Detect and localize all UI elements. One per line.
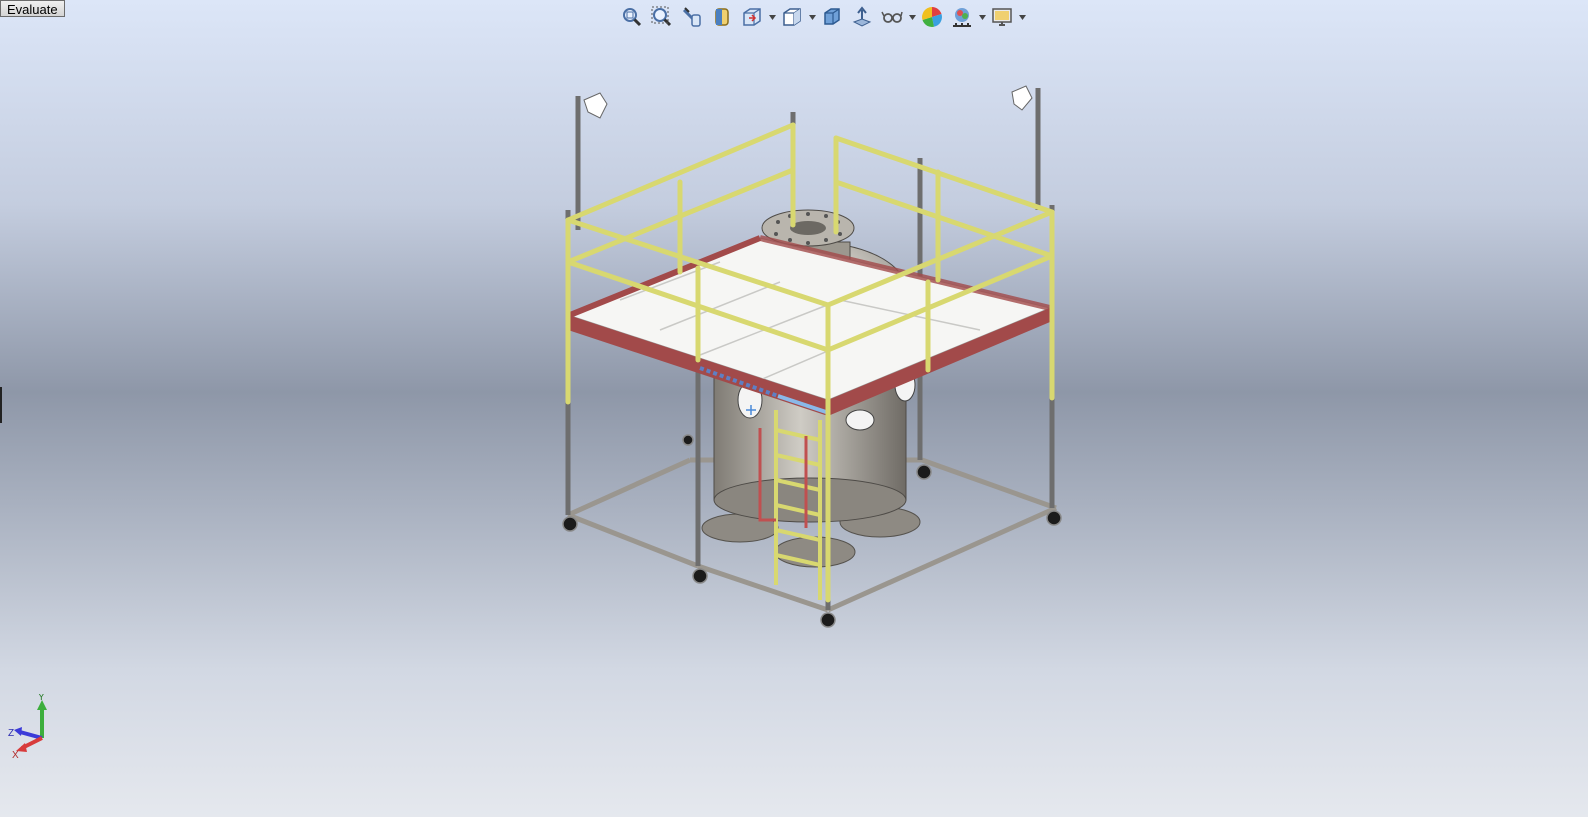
monitor-icon [992,8,1012,26]
edit-appearance-icon [852,6,872,27]
section-view-icon [715,8,729,26]
evaluate-tab[interactable]: Evaluate [0,0,65,17]
chevron-down-icon [978,14,986,20]
hide-show-items-icon [824,8,840,25]
chevron-down-icon [768,14,776,20]
section-view-button[interactable] [708,5,736,29]
chevron-down-icon [808,14,816,20]
triad-x-label: X [12,750,19,758]
apply-scene-dropdown[interactable] [908,5,916,29]
view-orientation-dropdown[interactable] [768,5,776,29]
platform-deck [566,235,1052,416]
heads-up-view-toolbar [618,4,1026,30]
appearance-sphere-icon [922,7,942,27]
view-settings-button[interactable] [918,5,946,29]
scaffold-model[interactable] [562,85,1062,628]
triad-y-label: Y [38,694,45,703]
reference-triad: Y Z X [8,694,47,758]
view-orientation-icon [743,8,761,26]
monitor-settings-dropdown[interactable] [1018,5,1026,29]
apply-scene-button[interactable] [878,5,906,29]
zoom-to-fit-button[interactable] [618,5,646,29]
view-orientation-button[interactable] [738,5,766,29]
monitor-settings-button[interactable] [988,5,1016,29]
lifting-lug-right [1011,85,1033,111]
triad-z-label: Z [8,728,14,739]
previous-view-button[interactable] [678,5,706,29]
glasses-icon [881,11,903,23]
zoom-to-fit-icon [623,8,642,27]
lifting-lug-left [583,92,608,119]
display-style-dropdown[interactable] [808,5,816,29]
scene-icon [953,8,971,27]
3d-viewport[interactable] [0,30,1588,817]
display-style-button[interactable] [778,5,806,29]
display-pane-button[interactable] [948,5,976,29]
edit-appearance-button[interactable] [848,5,876,29]
display-style-icon [783,8,801,26]
chevron-down-icon [1018,14,1026,20]
zoom-to-area-icon [651,6,672,27]
hide-show-items-button[interactable] [818,5,846,29]
previous-view-icon [682,7,701,27]
zoom-to-area-button[interactable] [648,5,676,29]
chevron-down-icon [908,14,916,20]
display-pane-dropdown[interactable] [978,5,986,29]
